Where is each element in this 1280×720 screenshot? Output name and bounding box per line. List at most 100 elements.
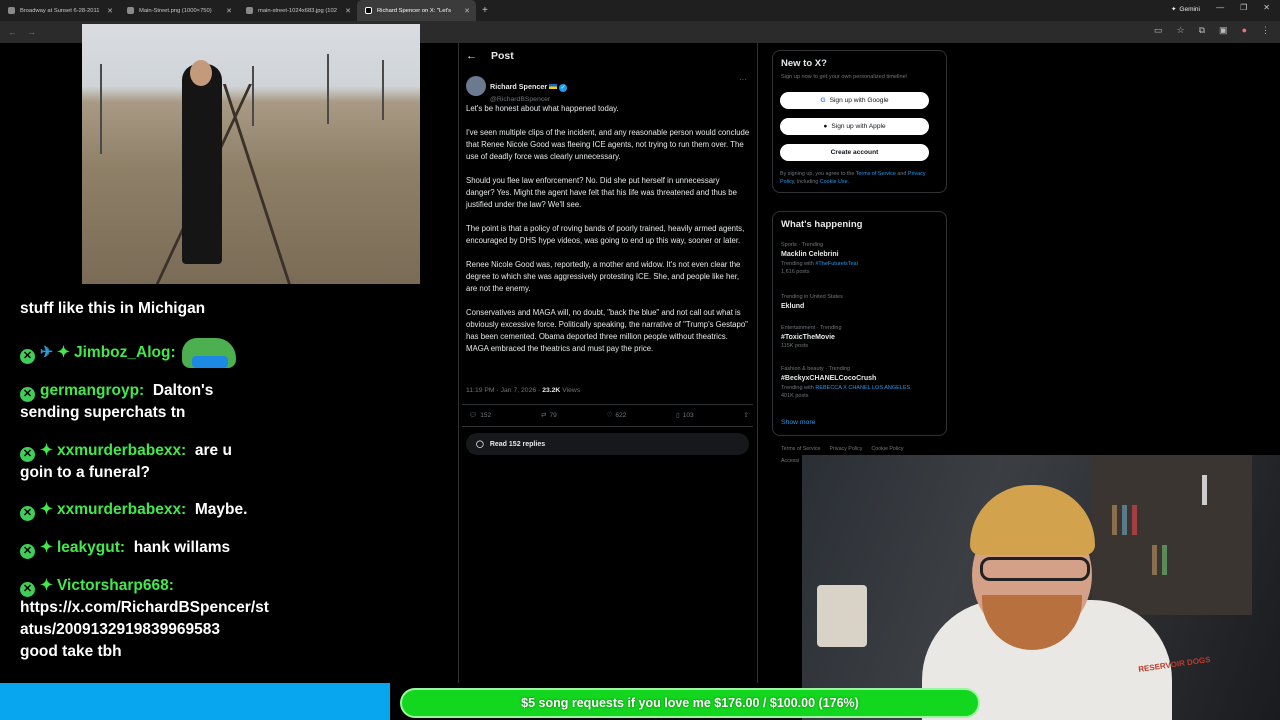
chat-username[interactable]: germangroyp: — [40, 382, 144, 399]
chat-message: ✕ germangroyp: Dalton's sending superchat… — [20, 380, 213, 424]
star-bookmark-icon[interactable]: ☆ — [1177, 25, 1185, 36]
back-arrow-icon[interactable]: ← — [466, 50, 477, 62]
forward-nav-icon[interactable]: → — [27, 27, 36, 37]
trend-extra-prefix: Trending with — [781, 385, 816, 391]
trend-category: Entertainment · Trending — [781, 325, 842, 331]
repost-count: 79 — [549, 411, 557, 419]
like-button[interactable]: ♡ 622 — [606, 411, 627, 420]
browser-tab-active[interactable]: Richard Spencer on X: "Let's ✕ — [357, 0, 476, 21]
trend-topic: #ToxicTheMovie — [781, 334, 835, 341]
chat-username[interactable]: Victorsharp668: — [57, 577, 174, 594]
diamond-badge-icon: ✦ — [40, 577, 53, 594]
terms-mid: and — [895, 171, 908, 177]
telephone-pole — [327, 54, 329, 124]
post-paragraph: Renee Nicole Good was, reportedly, a mot… — [466, 260, 741, 293]
trend-item[interactable]: Trending in United States Eklund — [781, 294, 843, 310]
reply-button[interactable]: 💬︎ 152 — [469, 411, 492, 420]
browser-tab[interactable]: Main-Street.png (1000×750) ✕ — [119, 0, 238, 21]
chat-username[interactable]: Jimboz_Alog: — [74, 344, 176, 361]
repost-button[interactable]: ⇄ 79 — [541, 411, 557, 420]
chat-text: are u — [194, 442, 232, 459]
telephone-pole — [252, 66, 254, 126]
cookie-link[interactable]: Cookie Use. — [820, 179, 849, 185]
trend-hashtag-link[interactable]: REBECCA X CHANEL LOS ANGELES — [815, 385, 910, 391]
back-nav-icon[interactable]: ← — [8, 27, 17, 37]
chat-partial-line: stuff like this in Michigan — [20, 298, 205, 320]
close-tab-icon[interactable]: ✕ — [345, 7, 351, 15]
menu-dots-icon[interactable]: ⋮ — [1261, 25, 1270, 36]
chat-text: https://x.com/RichardBSpencer/st — [20, 599, 269, 616]
new-tab-button[interactable]: + — [482, 5, 488, 16]
post-timestamp[interactable]: 11:19 PM · Jan 7, 2026 · — [466, 387, 542, 394]
browser-tab[interactable]: main-street-1024x683.jpg (102 ✕ — [238, 0, 357, 21]
chat-text: good take tbh — [20, 643, 122, 660]
browser-tab-bar: Broadway at Sunset 6-28-2011 ✕ Main-Stree… — [0, 0, 1280, 21]
diamond-badge-icon: ✦ — [40, 442, 53, 459]
signup-apple-button[interactable]: ● Sign up with Apple — [780, 118, 929, 135]
chat-message: ✕ ✦ Victorsharp668: https://x.com/RichardB… — [20, 575, 269, 663]
chat-username[interactable]: leakygut: — [57, 539, 125, 556]
profile-avatar-icon[interactable]: ● — [1242, 25, 1247, 36]
tab-title: Main-Street.png (1000×750) — [139, 7, 212, 14]
trend-topic: Macklin Celebrini — [781, 251, 839, 258]
trend-category: Fashion & beauty · Trending — [781, 366, 851, 372]
chat-badge-icon: ✕ — [20, 544, 35, 559]
trend-extra: Trending with #TheFuturelsTeal — [781, 261, 858, 267]
bookshelf — [1092, 455, 1252, 615]
like-count: 622 — [615, 411, 627, 419]
trend-hashtag-link[interactable]: #TheFuturelsTeal — [815, 261, 858, 267]
cast-icon[interactable]: ▭ — [1154, 25, 1163, 36]
post-author[interactable]: Richard Spencer ✓ @RichardBSpencer — [466, 76, 568, 103]
footer-link[interactable]: Cookie Policy — [871, 446, 903, 452]
chat-badge-icon: ✕ — [20, 447, 35, 462]
share-button[interactable]: ⇧ — [744, 411, 749, 419]
minimize-icon[interactable]: — — [1216, 3, 1224, 12]
donation-goal-bar: $5 song requests if you love me $176.00 … — [400, 688, 980, 718]
footer-link[interactable]: Terms of Service — [781, 446, 820, 452]
close-tab-icon[interactable]: ✕ — [107, 7, 113, 15]
tab-title: main-street-1024x683.jpg (102 — [258, 7, 337, 14]
create-account-button[interactable]: Create account — [780, 144, 929, 161]
trend-count: 115K posts — [781, 343, 809, 349]
whats-happening-card: What's happening Sports · Trending Mackl… — [772, 211, 947, 436]
bookmark-icon: ▯ — [676, 412, 680, 419]
read-replies-button[interactable]: ◯ Read 152 replies — [466, 433, 749, 455]
chat-username[interactable]: xxmurderbabexx: — [57, 501, 186, 518]
gemini-button[interactable]: ✦ Gemini — [1171, 5, 1200, 14]
close-tab-icon[interactable]: ✕ — [226, 7, 232, 15]
terms-link[interactable]: Terms of Service — [856, 171, 896, 177]
post-paragraph: I've seen multiple clips of the incident… — [466, 128, 750, 161]
chat-username[interactable]: xxmurderbabexx: — [57, 442, 186, 459]
signup-google-button[interactable]: G Sign up with Google — [780, 92, 929, 109]
sidebar-icon[interactable]: ▣ — [1219, 25, 1228, 36]
footer-link[interactable]: Accessi — [781, 458, 799, 464]
bookmark-button[interactable]: ▯ 103 — [676, 411, 693, 420]
post-actions: 💬︎ 152 ⇄ 79 ♡ 622 ▯ 103 ⇧ — [469, 411, 749, 420]
footer-link[interactable]: Privacy Policy — [829, 446, 862, 452]
trend-count: 1,616 posts — [781, 269, 810, 275]
extensions-icon[interactable]: ⧉ — [1199, 25, 1205, 36]
trend-item[interactable]: Sports · Trending Macklin Celebrini Tren… — [781, 242, 858, 275]
favicon-icon — [246, 7, 253, 14]
trend-topic: Eklund — [781, 303, 805, 310]
heart-icon: ♡ — [606, 412, 613, 419]
restore-icon[interactable]: ❐ — [1240, 3, 1247, 12]
trend-item[interactable]: Fashion & beauty · Trending #BeckyxCHANE… — [781, 366, 910, 399]
trend-item[interactable]: Entertainment · Trending #ToxicTheMovie … — [781, 325, 842, 349]
avatar[interactable] — [466, 76, 486, 96]
close-tab-icon[interactable]: ✕ — [464, 7, 470, 15]
share-icon: ⇧ — [743, 412, 749, 419]
man-head — [190, 60, 212, 86]
column-divider — [757, 43, 758, 683]
post-paragraph: Conservatives and MAGA will, no doubt, "… — [466, 308, 748, 353]
chat-text: Maybe. — [194, 501, 248, 518]
author-handle[interactable]: @RichardBSpencer — [490, 96, 567, 103]
close-window-icon[interactable]: ✕ — [1263, 3, 1270, 12]
show-more-link[interactable]: Show more — [781, 419, 815, 426]
reply-count: 152 — [480, 411, 492, 419]
browser-tab[interactable]: Broadway at Sunset 6-28-2011 ✕ — [0, 0, 119, 21]
more-options-icon[interactable]: ··· — [739, 75, 747, 84]
page-title: Post — [491, 50, 514, 62]
author-name[interactable]: Richard Spencer — [490, 82, 547, 91]
goal-text: $5 song requests if you love me $176.00 … — [521, 696, 859, 710]
